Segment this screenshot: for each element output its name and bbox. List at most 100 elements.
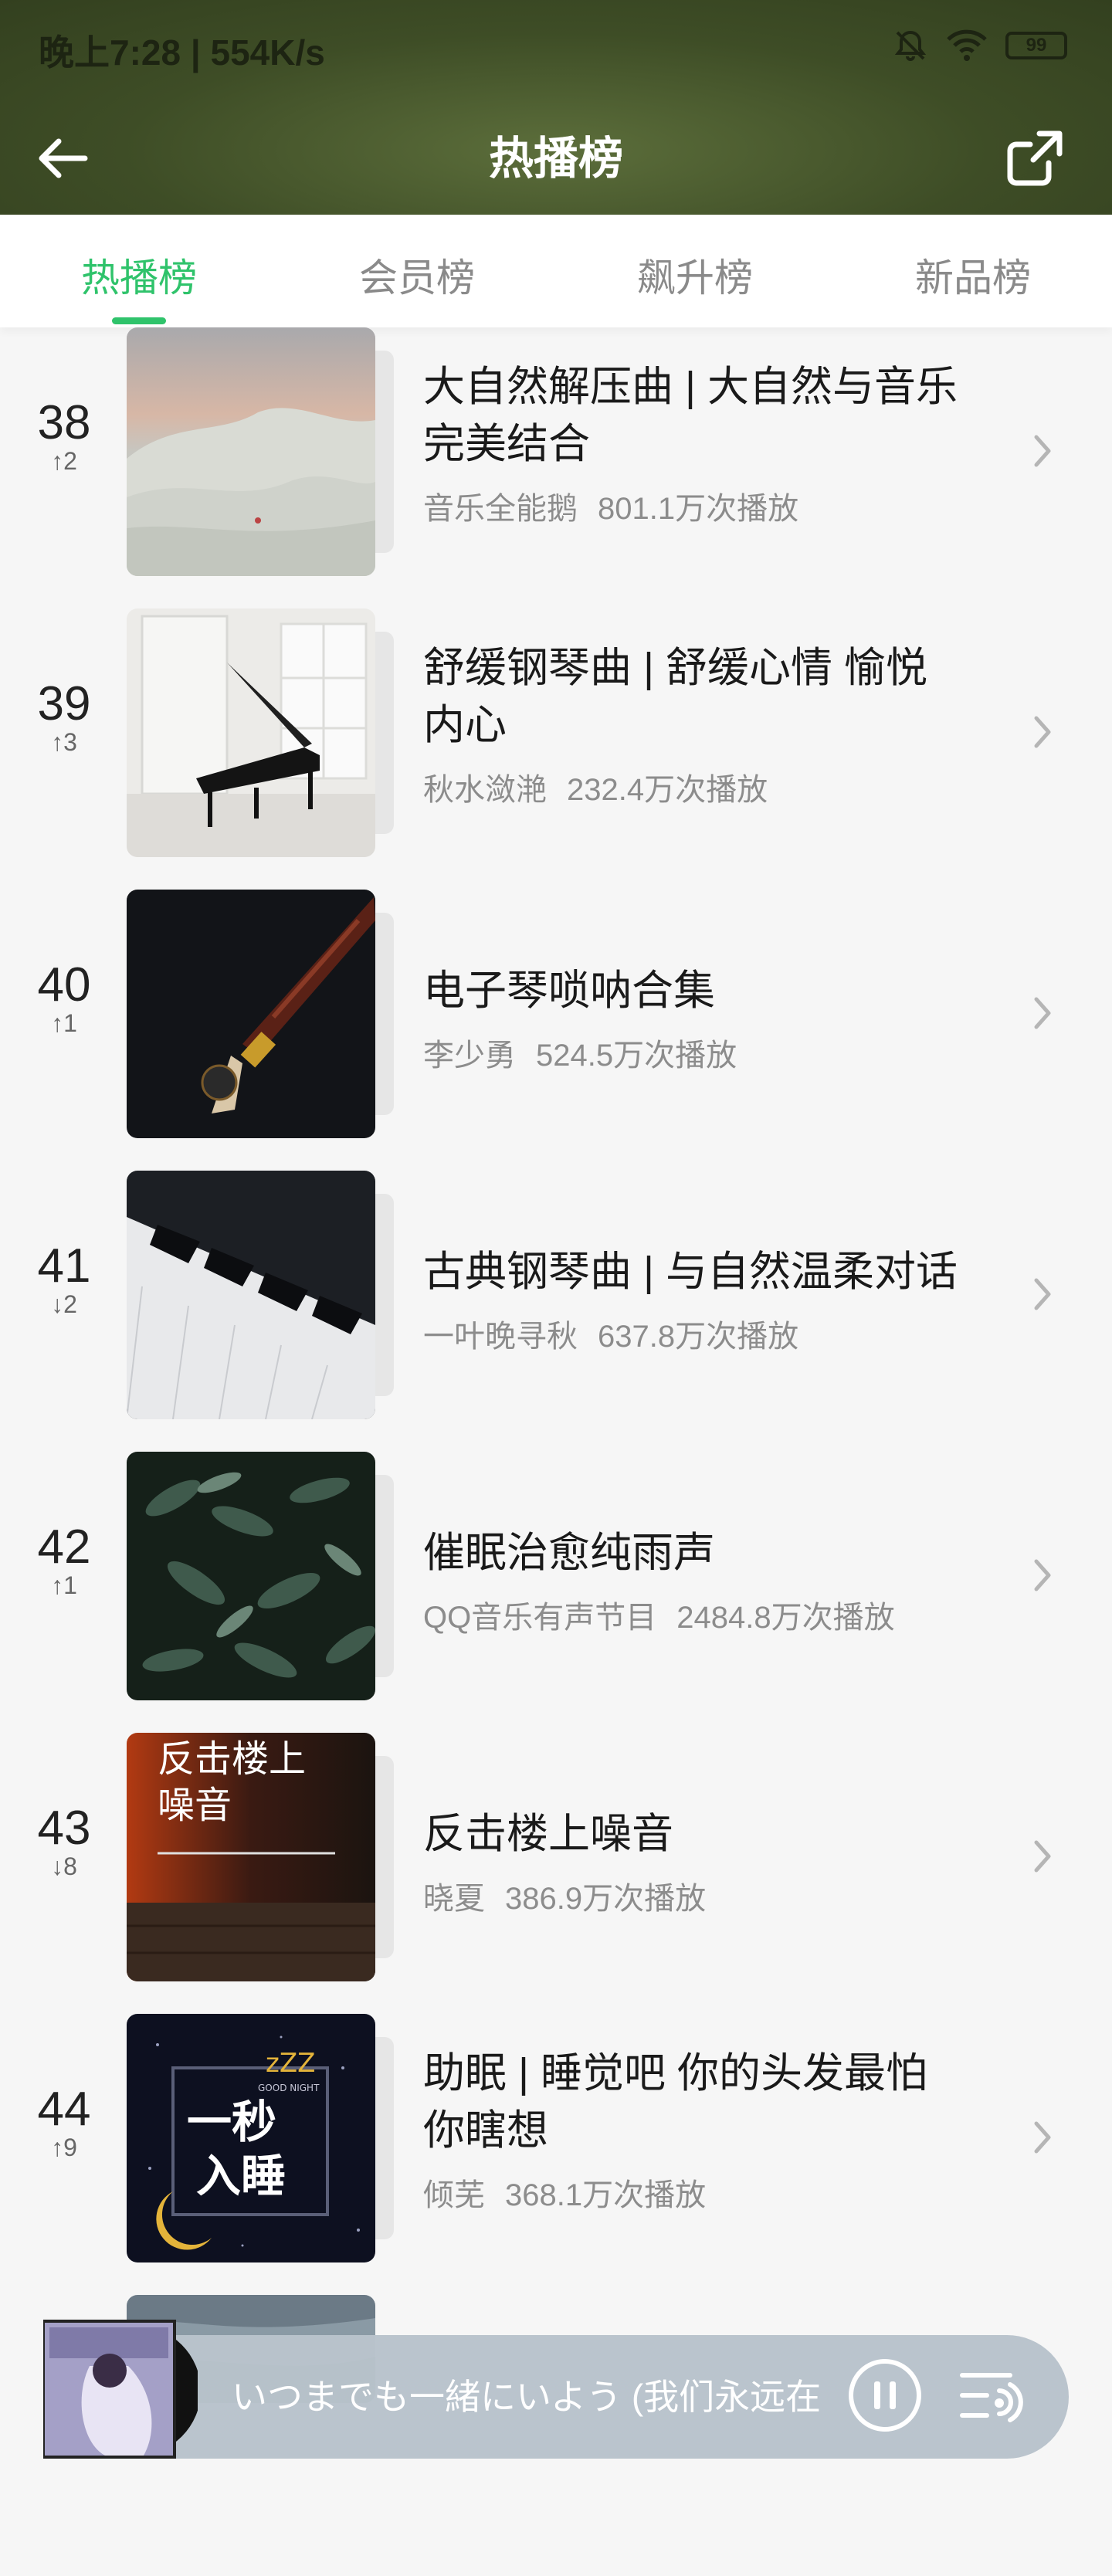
item-info: 大自然解压曲 | 大自然与音乐 完美结合 音乐全能鹅 801.1万次播放	[423, 358, 995, 528]
cover-image	[127, 890, 375, 1138]
item-meta: 倾芜 368.1万次播放	[423, 2170, 995, 2215]
status-time: 晚上7:28 | 554K/s	[39, 32, 325, 73]
cover-image	[127, 1452, 375, 1700]
rank-change: ↑9	[51, 2134, 77, 2161]
rank-block: 39 ↑3	[0, 676, 128, 757]
item-title: 催眠治愈纯雨声	[423, 1530, 715, 1576]
cover-image	[127, 1171, 375, 1419]
rank-block: 43 ↓8	[0, 1801, 128, 1881]
chevron-right-icon	[1034, 435, 1051, 467]
cover-image	[127, 327, 375, 576]
list-item[interactable]: 41 ↓2 古典钢琴曲 | 与自然温柔对话 一叶晚寻秋 637.8万次播放	[0, 1171, 1112, 1452]
list-item[interactable]: 39 ↑3 舒缓钢琴曲 | 舒缓心情 愉悦 内心 秋水潋滟 232.4万次播放	[0, 608, 1112, 890]
item-meta: 一叶晚寻秋 637.8万次播放	[423, 1311, 995, 1356]
rank-block: 44 ↑9	[0, 2082, 128, 2162]
cover-image: zZZ GOOD NIGHT 一秒 入睡	[127, 2014, 375, 2262]
item-author: 倾芜	[423, 2178, 485, 2212]
tab-hot[interactable]: 热播榜	[0, 215, 278, 327]
rank-block: 38 ↑2	[0, 395, 128, 476]
rank-change: ↑2	[51, 447, 77, 475]
cover-text-line2: 入睡	[196, 2150, 286, 2202]
chevron-right-icon	[1034, 1278, 1051, 1310]
pause-icon[interactable]	[846, 2357, 924, 2434]
item-meta: 秋水潋滟 232.4万次播放	[423, 764, 995, 809]
item-meta: 晓夏 386.9万次播放	[423, 1873, 995, 1918]
rank-number: 39	[37, 677, 91, 730]
item-plays: 2484.8万次播放	[676, 1601, 895, 1635]
cover-text-line2: 噪音	[158, 1784, 232, 1827]
header-bar: 晚上7:28 | 554K/s 99 热播榜	[0, 0, 1112, 215]
item-author: QQ音乐有声节目	[423, 1601, 657, 1635]
chevron-right-icon	[1034, 2121, 1051, 2154]
list-item[interactable]: 42 ↑1 催眠治愈纯雨声 QQ音乐有声节目 2484.8万次播放	[0, 1452, 1112, 1733]
item-info: 反击楼上噪音 晓夏 386.9万次播放	[423, 1764, 995, 1918]
cover-text-line1: 反击楼上	[158, 1737, 306, 1781]
battery-icon: 99	[1005, 32, 1067, 59]
item-plays: 368.1万次播放	[505, 2178, 707, 2212]
item-meta: QQ音乐有声节目 2484.8万次播放	[423, 1592, 995, 1637]
rank-number: 43	[37, 1802, 91, 1855]
item-title: 反击楼上噪音	[423, 1811, 673, 1857]
rank-number: 41	[37, 1239, 91, 1293]
tab-member[interactable]: 会员榜	[278, 215, 556, 327]
rank-block: 40 ↑1	[0, 958, 128, 1038]
rank-change: ↓8	[51, 1852, 77, 1880]
item-title: 电子琴唢呐合集	[423, 968, 715, 1014]
item-info: 助眠 | 睡觉吧 你的头发最怕 你瞎想 倾芜 368.1万次播放	[423, 2045, 995, 2215]
share-icon[interactable]	[1004, 127, 1066, 189]
chart-tabs: 热播榜 会员榜 飙升榜 新品榜	[0, 215, 1112, 327]
list-item[interactable]: 40 ↑1 电子琴唢呐合集 李少勇 524.5万次播放	[0, 890, 1112, 1171]
list-item[interactable]: 43 ↓8 反击楼上 噪音 反击楼上噪音 晓夏 386.9万次播放	[0, 1733, 1112, 2014]
rank-change: ↑1	[51, 1571, 77, 1599]
tab-rising[interactable]: 飙升榜	[556, 215, 834, 327]
cover-image	[127, 608, 375, 857]
cover-image: 反击楼上 噪音	[127, 1733, 375, 1981]
rank-block: 42 ↑1	[0, 1520, 128, 1600]
cover-zzz: zZZ	[266, 2048, 315, 2079]
rank-change: ↓2	[51, 1290, 77, 1318]
list-item[interactable]: 38 ↑2 大自然解压曲 | 大自然与音乐 完美结合 音乐全能鹅 801.1万次…	[0, 327, 1112, 608]
rank-change: ↑1	[51, 1009, 77, 1037]
rank-number: 42	[37, 1520, 91, 1574]
item-info: 古典钢琴曲 | 与自然温柔对话 一叶晚寻秋 637.8万次播放	[423, 1202, 995, 1356]
item-info: 催眠治愈纯雨声 QQ音乐有声节目 2484.8万次播放	[423, 1483, 995, 1637]
item-author: 音乐全能鹅	[423, 492, 578, 526]
wifi-icon	[947, 29, 987, 61]
item-meta: 李少勇 524.5万次播放	[423, 1030, 995, 1075]
item-title: 舒缓钢琴曲 | 舒缓心情 愉悦 内心	[423, 645, 928, 748]
item-plays: 801.1万次播放	[598, 492, 799, 526]
chevron-right-icon	[1034, 1840, 1051, 1873]
item-author: 晓夏	[423, 1882, 485, 1916]
playlist-queue-icon[interactable]	[956, 2364, 1033, 2429]
rank-number: 44	[37, 2083, 91, 2136]
cover-text-line1: 一秒	[187, 2096, 276, 2148]
item-meta: 音乐全能鹅 801.1万次播放	[423, 483, 995, 528]
status-icons: 99	[893, 28, 1067, 63]
item-title: 助眠 | 睡觉吧 你的头发最怕 你瞎想	[423, 2050, 928, 2154]
list-item[interactable]: 44 ↑9 zZZ GOOD NIGHT 一秒 入睡 助眠 | 睡觉吧 你的头发…	[0, 2014, 1112, 2295]
item-plays: 637.8万次播放	[598, 1320, 799, 1354]
item-plays: 232.4万次播放	[567, 773, 768, 807]
item-plays: 386.9万次播放	[505, 1882, 707, 1916]
item-title: 古典钢琴曲 | 与自然温柔对话	[423, 1249, 958, 1295]
rank-change: ↑3	[51, 728, 77, 756]
chevron-right-icon	[1034, 1559, 1051, 1591]
item-author: 李少勇	[423, 1039, 516, 1073]
item-plays: 524.5万次播放	[536, 1039, 737, 1073]
item-title: 大自然解压曲 | 大自然与音乐 完美结合	[423, 364, 958, 467]
rank-block: 41 ↓2	[0, 1239, 128, 1319]
item-info: 舒缓钢琴曲 | 舒缓心情 愉悦 内心 秋水潋滟 232.4万次播放	[423, 639, 995, 809]
chevron-right-icon	[1034, 997, 1051, 1029]
cover-small-text: GOOD NIGHT	[258, 2083, 320, 2093]
page-title: 热播榜	[488, 134, 623, 184]
item-author: 秋水潋滟	[423, 773, 547, 807]
item-author: 一叶晚寻秋	[423, 1320, 578, 1354]
chevron-right-icon	[1034, 716, 1051, 748]
now-playing-cover[interactable]	[42, 2320, 201, 2459]
rank-number: 40	[37, 958, 91, 1012]
mute-bell-icon	[894, 30, 927, 61]
rank-number: 38	[37, 396, 91, 449]
item-info: 电子琴唢呐合集 李少勇 524.5万次播放	[423, 920, 995, 1075]
tab-new[interactable]: 新品榜	[834, 215, 1112, 327]
now-playing-title: いつまでも一緒にいよう (我们永远在	[232, 2377, 822, 2417]
